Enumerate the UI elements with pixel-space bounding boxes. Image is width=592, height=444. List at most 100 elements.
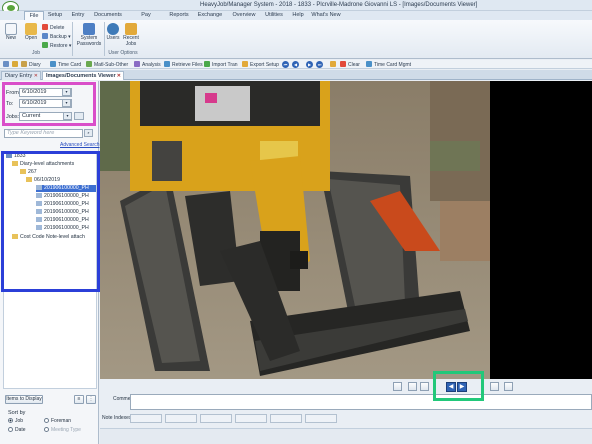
menu-entry[interactable]: Entry (68, 11, 88, 20)
retrieve-files-button[interactable]: Retrieve Files (164, 61, 203, 68)
note-index-field[interactable] (165, 414, 197, 423)
list-view-icon[interactable]: ≡ (74, 395, 84, 404)
tree-file[interactable]: 201906100000_PH (36, 225, 89, 232)
radio-icon (8, 427, 13, 432)
delete-button[interactable]: Delete (42, 24, 64, 31)
sort-foreman-radio[interactable]: Foreman (44, 418, 71, 424)
radio-icon (8, 418, 13, 423)
diary-icon (21, 61, 27, 67)
import-tran-button[interactable]: Import Tran (204, 61, 238, 68)
jobs-label: Jobs: (6, 114, 20, 120)
menu-help[interactable]: Help (290, 11, 306, 20)
comments-field[interactable] (130, 394, 592, 410)
filter-toolbar-button[interactable] (330, 61, 338, 68)
to-label: To: (6, 101, 14, 107)
last-record-icon[interactable]: ⏭ (316, 61, 323, 68)
tree-root[interactable]: 1833 (6, 153, 26, 160)
window-title: HeavyJob/Manager System - 2018 - 1833 - … (200, 2, 478, 8)
analysis-button[interactable]: Analysis (134, 61, 161, 68)
lock-toolbar-button[interactable] (12, 61, 20, 68)
tree-date[interactable]: 06/10/2019 (26, 177, 60, 184)
note-index-field[interactable] (130, 414, 162, 423)
next-image-icon[interactable]: ▶ (457, 382, 467, 392)
ribbon-separator (72, 22, 73, 56)
menu-overview[interactable]: Overview (230, 11, 258, 20)
system-passwords-button[interactable]: System Passwords (76, 23, 102, 47)
folder-icon (26, 177, 32, 182)
keyword-search-input[interactable]: Type Keyword here (4, 129, 83, 138)
tree-diary-attachments[interactable]: Diary-level attachments (12, 161, 74, 168)
materials-icon (86, 61, 92, 67)
tree-file[interactable]: 201906100000_PH (36, 217, 89, 224)
note-index-field[interactable] (270, 414, 302, 423)
zoom-in-icon[interactable] (408, 382, 417, 391)
clear-button[interactable]: Clear (340, 61, 360, 68)
tab-images-documents-viewer[interactable]: Images/Documents Viewer ✕ (42, 71, 124, 80)
search-icon[interactable]: ⌕ (84, 129, 93, 137)
group-job-label: Job (31, 50, 41, 56)
jobs-lookup-button[interactable] (74, 112, 84, 120)
tab-diary-entry[interactable]: Diary Entry ✕ (1, 71, 41, 80)
rotate-icon[interactable] (504, 382, 513, 391)
tree-cost-code-attachments[interactable]: Cost Code Note-level attach (12, 234, 85, 241)
matl-sub-other-button[interactable]: Matl-Sub-Other (86, 61, 128, 68)
viewer-controls: ◀ ▶ (100, 379, 592, 394)
tree-file[interactable]: 201906100000_PH (36, 209, 89, 216)
tree-file[interactable]: 201906100000_PH (36, 201, 89, 208)
time-card-button[interactable]: Time Card (50, 61, 81, 68)
save-toolbar-button[interactable] (3, 61, 11, 68)
sort-by-label: Sort by (8, 410, 26, 416)
image-viewer (100, 81, 592, 379)
image-file-icon (36, 193, 42, 198)
close-tab-icon[interactable]: ✕ (34, 72, 38, 81)
menu-file[interactable]: File (24, 11, 44, 20)
menu-exchange[interactable]: Exchange (196, 11, 224, 20)
next-record-icon[interactable]: ▶ (306, 61, 313, 68)
recent-jobs-button[interactable]: Recent Jobs (122, 23, 140, 47)
recent-jobs-icon (125, 23, 137, 35)
previous-image-icon[interactable]: ◀ (446, 382, 456, 392)
analysis-icon (134, 61, 140, 67)
tree-folder[interactable]: 267 (20, 169, 37, 176)
zoom-out-icon[interactable] (420, 382, 429, 391)
note-index-field[interactable] (305, 414, 337, 423)
restore-icon (42, 42, 48, 48)
open-button[interactable]: Open (22, 23, 40, 41)
backup-button[interactable]: Backup ▾ (42, 33, 71, 40)
sort-job-radio[interactable]: Job (8, 418, 23, 424)
users-button[interactable]: Users (106, 23, 120, 41)
time-card-mgmt-button[interactable]: Time Card Mgmt (366, 61, 411, 68)
users-icon (107, 23, 119, 35)
export-setup-button[interactable]: Export Setup (242, 61, 279, 68)
chevron-down-icon[interactable]: ▾ (63, 112, 72, 120)
note-index-field[interactable] (200, 414, 232, 423)
calendar-dropdown-icon[interactable]: ▾ (62, 88, 71, 96)
new-button[interactable]: New (3, 23, 19, 41)
zoom-fit-icon[interactable] (393, 382, 402, 391)
folder-icon (12, 161, 18, 166)
menu-reports[interactable]: Reports (168, 11, 190, 20)
restore-button[interactable]: Restore ▾ (42, 42, 71, 49)
menu-whats-new[interactable]: What's New (310, 11, 342, 20)
bottom-strip (100, 428, 592, 444)
diary-button[interactable]: Diary (21, 61, 41, 68)
menu-utilities[interactable]: Utilities (262, 11, 286, 20)
print-icon[interactable] (490, 382, 499, 391)
import-icon (204, 61, 210, 67)
radio-icon (44, 418, 49, 423)
items-to-display-button[interactable]: Items to Display (5, 395, 43, 404)
sort-date-radio[interactable]: Date (8, 427, 26, 433)
previous-record-icon[interactable]: ◀ (292, 61, 299, 68)
note-index-field[interactable] (235, 414, 267, 423)
menu-documents[interactable]: Documents (92, 11, 124, 20)
advanced-search-link[interactable]: Advanced Search (60, 142, 99, 148)
calendar-dropdown-icon[interactable]: ▾ (62, 99, 71, 107)
menu-pay-estimate[interactable]: Pay Estimate (130, 11, 162, 27)
tree-file[interactable]: 201906100000_PH (36, 185, 96, 192)
tree-file[interactable]: 201906100000_PH (36, 193, 89, 200)
menu-setup[interactable]: Setup (44, 11, 66, 20)
tree-view-icon[interactable]: ⋮ (86, 395, 96, 404)
close-tab-icon[interactable]: ✕ (117, 72, 121, 81)
export-icon (242, 61, 248, 67)
first-record-icon[interactable]: ⏮ (282, 61, 289, 68)
